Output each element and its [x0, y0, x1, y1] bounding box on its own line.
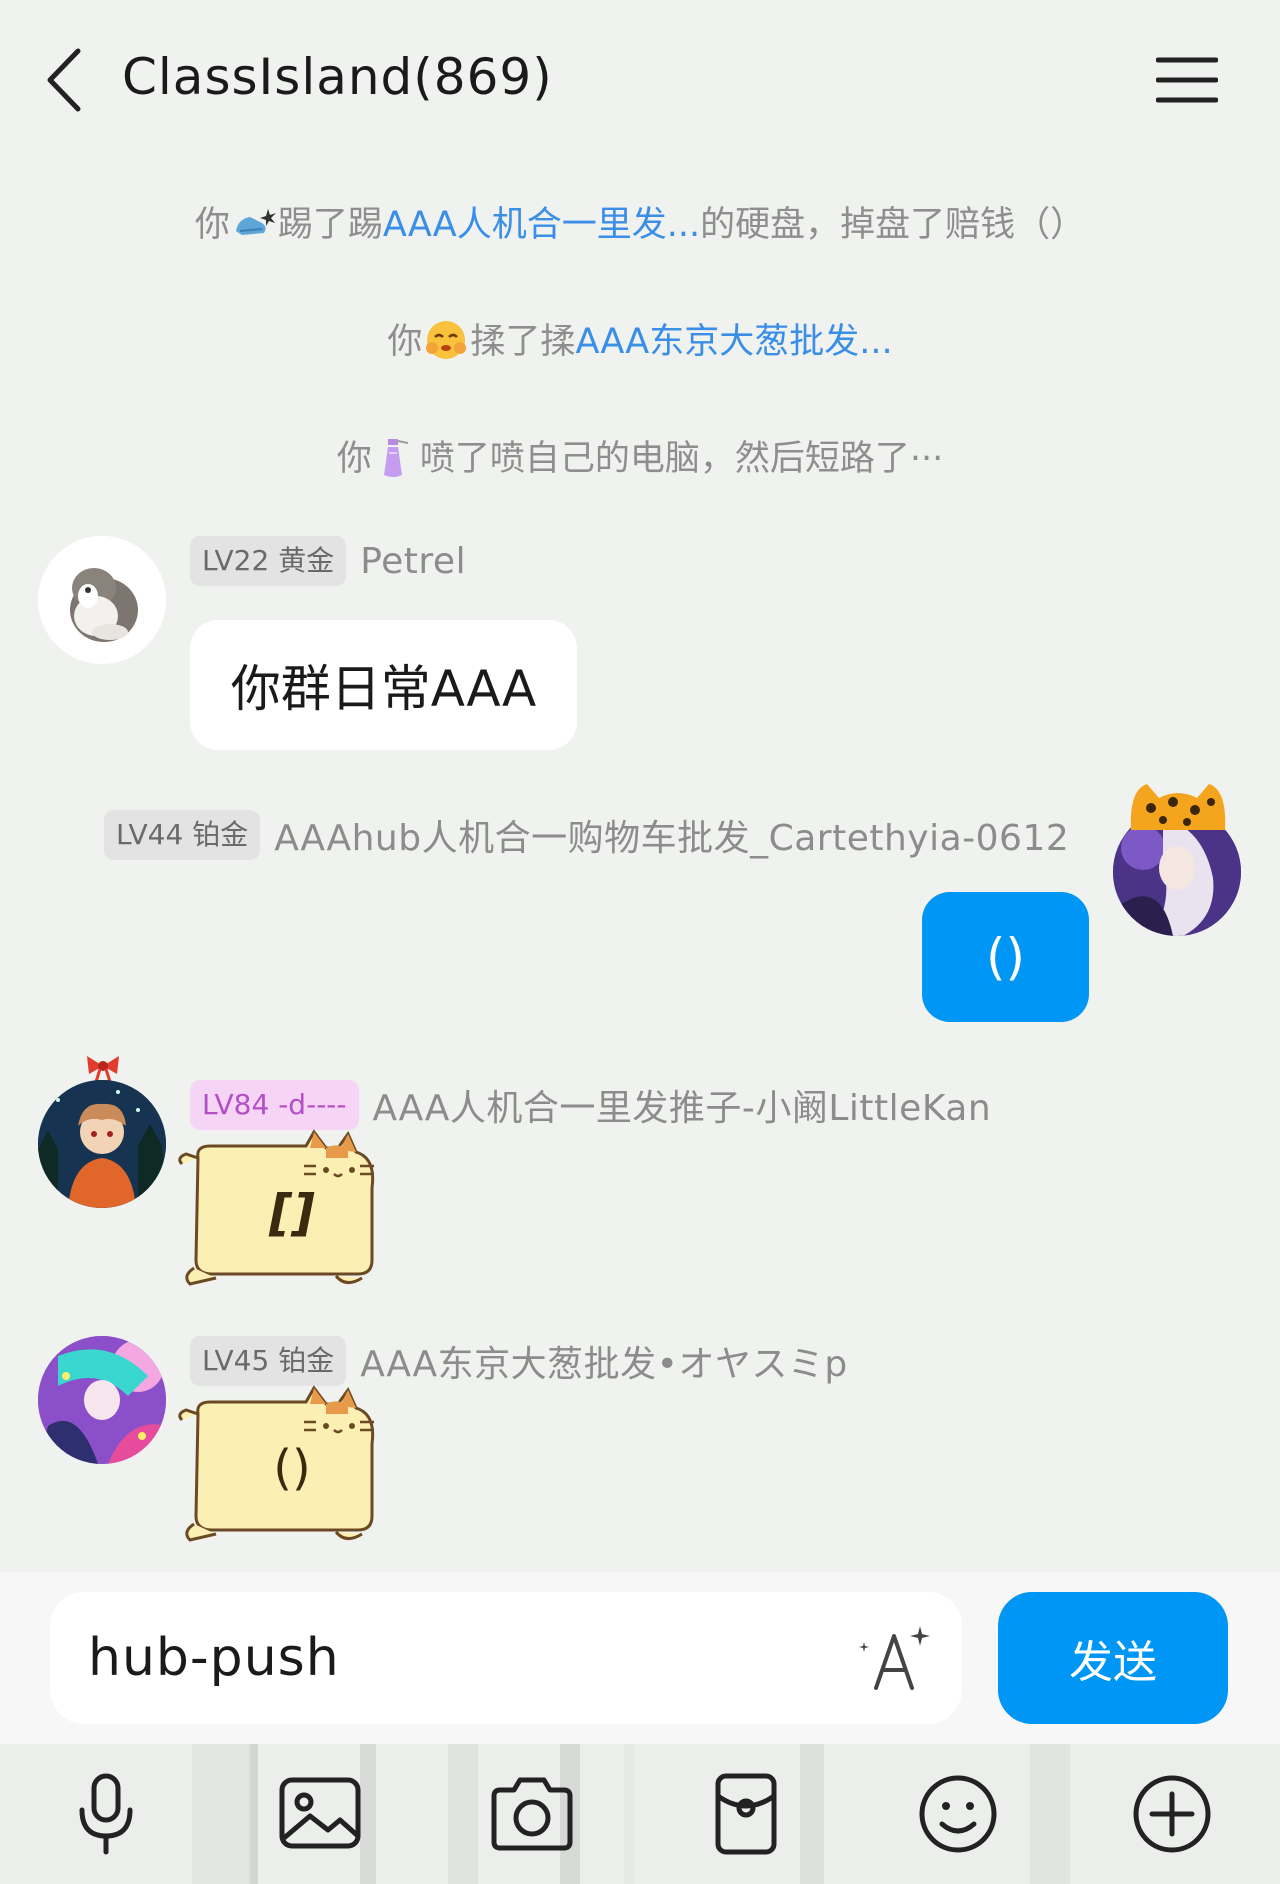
- spray-bottle-icon: [383, 439, 409, 477]
- message-sender-line: LV22 黄金 Petrel: [190, 536, 466, 586]
- system-notice: 你 踢了踢AAA人机合一里发...的硬盘，掉盘了赔钱（）: [0, 196, 1280, 247]
- bottom-toolbar: [0, 1744, 1280, 1884]
- header: ClassIsland(869): [0, 0, 1280, 165]
- level-badge: LV44 铂金: [104, 810, 261, 860]
- composer-bar: hub-push 发送: [0, 1572, 1280, 1744]
- sender-name[interactable]: AAA人机合一里发推子-小阚LittleKan: [373, 1079, 992, 1131]
- sender-name[interactable]: AAA东京大葱批发•オヤスミp: [360, 1335, 847, 1387]
- chat-screen: ClassIsland(869) 你 踢了踢AAA人机合一里发...的硬盘，掉盘…: [0, 0, 1280, 1884]
- image-icon[interactable]: [272, 1766, 368, 1862]
- leopard-hat-decoration-icon: [1130, 784, 1226, 830]
- message-sender-line: LV45 铂金 AAA东京大葱批发•オヤスミp: [190, 1336, 848, 1386]
- cat-sticker[interactable]: []: [176, 1128, 396, 1288]
- message-input[interactable]: hub-push: [50, 1592, 962, 1724]
- system-notice: 你 喷了喷自己的电脑，然后短路了···: [0, 430, 1280, 481]
- notice-text: 你: [336, 439, 372, 479]
- level-badge: LV45 铂金: [190, 1336, 347, 1386]
- penguin-avatar-image: [38, 536, 166, 664]
- red-packet-icon[interactable]: [698, 1766, 794, 1862]
- avatar[interactable]: [38, 536, 166, 664]
- notice-text: 的硬盘，掉盘了赔钱（）: [700, 205, 1086, 245]
- notice-user-link[interactable]: AAA东京大葱批发...: [575, 322, 892, 362]
- pinch-face-icon: [426, 321, 467, 359]
- notice-text: 喷了喷自己的电脑，然后短路了···: [419, 439, 944, 479]
- toolbar-background-stripe: [624, 1744, 634, 1884]
- plus-icon[interactable]: [1124, 1766, 1220, 1862]
- sticker-text: []: [269, 1184, 315, 1242]
- sender-name[interactable]: AAAhub人机合一购物车批发_Cartethyia-0612: [274, 809, 1069, 861]
- back-arrow-icon[interactable]: [40, 45, 90, 115]
- toolbar-background-stripe: [250, 1744, 258, 1884]
- message-bubble[interactable]: (): [922, 892, 1089, 1022]
- notice-text: 你: [387, 322, 423, 362]
- message-bubble[interactable]: 你群日常AAA: [190, 620, 577, 750]
- message-sender-line: LV84 -d---- AAA人机合一里发推子-小阚LittleKan: [190, 1080, 991, 1130]
- avatar[interactable]: [38, 1080, 166, 1208]
- notice-text: 你: [194, 205, 230, 245]
- avatar[interactable]: [38, 1336, 166, 1464]
- notice-text: 踢了踢: [277, 205, 383, 245]
- colorful-anime-avatar-image: [38, 1336, 166, 1464]
- toolbar-background-stripe: [448, 1744, 478, 1884]
- toolbar-background-stripe: [1030, 1744, 1070, 1884]
- toolbar-background-stripe: [192, 1744, 252, 1884]
- notice-text: 揉了揉: [470, 322, 576, 362]
- boy-avatar-image: [38, 1080, 166, 1208]
- level-badge: LV84 -d----: [190, 1080, 359, 1130]
- level-badge: LV22 黄金: [190, 536, 347, 586]
- sticker-text: (): [273, 1440, 311, 1496]
- cat-sticker[interactable]: (): [176, 1384, 396, 1544]
- send-button[interactable]: 发送: [998, 1592, 1228, 1724]
- emoji-icon[interactable]: [910, 1766, 1006, 1862]
- message-input-value[interactable]: hub-push: [88, 1628, 340, 1688]
- text-style-icon[interactable]: [854, 1622, 934, 1694]
- menu-icon[interactable]: [1156, 55, 1218, 105]
- system-notice: 你 揉了揉AAA东京大葱批发...: [0, 313, 1280, 364]
- microphone-icon[interactable]: [58, 1766, 154, 1862]
- sender-name[interactable]: Petrel: [360, 541, 466, 582]
- chat-title: ClassIsland(869): [122, 48, 553, 106]
- camera-icon[interactable]: [484, 1766, 580, 1862]
- notice-user-link[interactable]: AAA人机合一里发...: [383, 205, 700, 245]
- message-sender-line: LV44 铂金 AAAhub人机合一购物车批发_Cartethyia-0612: [104, 810, 1069, 860]
- toolbar-background-stripe: [800, 1744, 824, 1884]
- kick-icon: [235, 209, 276, 235]
